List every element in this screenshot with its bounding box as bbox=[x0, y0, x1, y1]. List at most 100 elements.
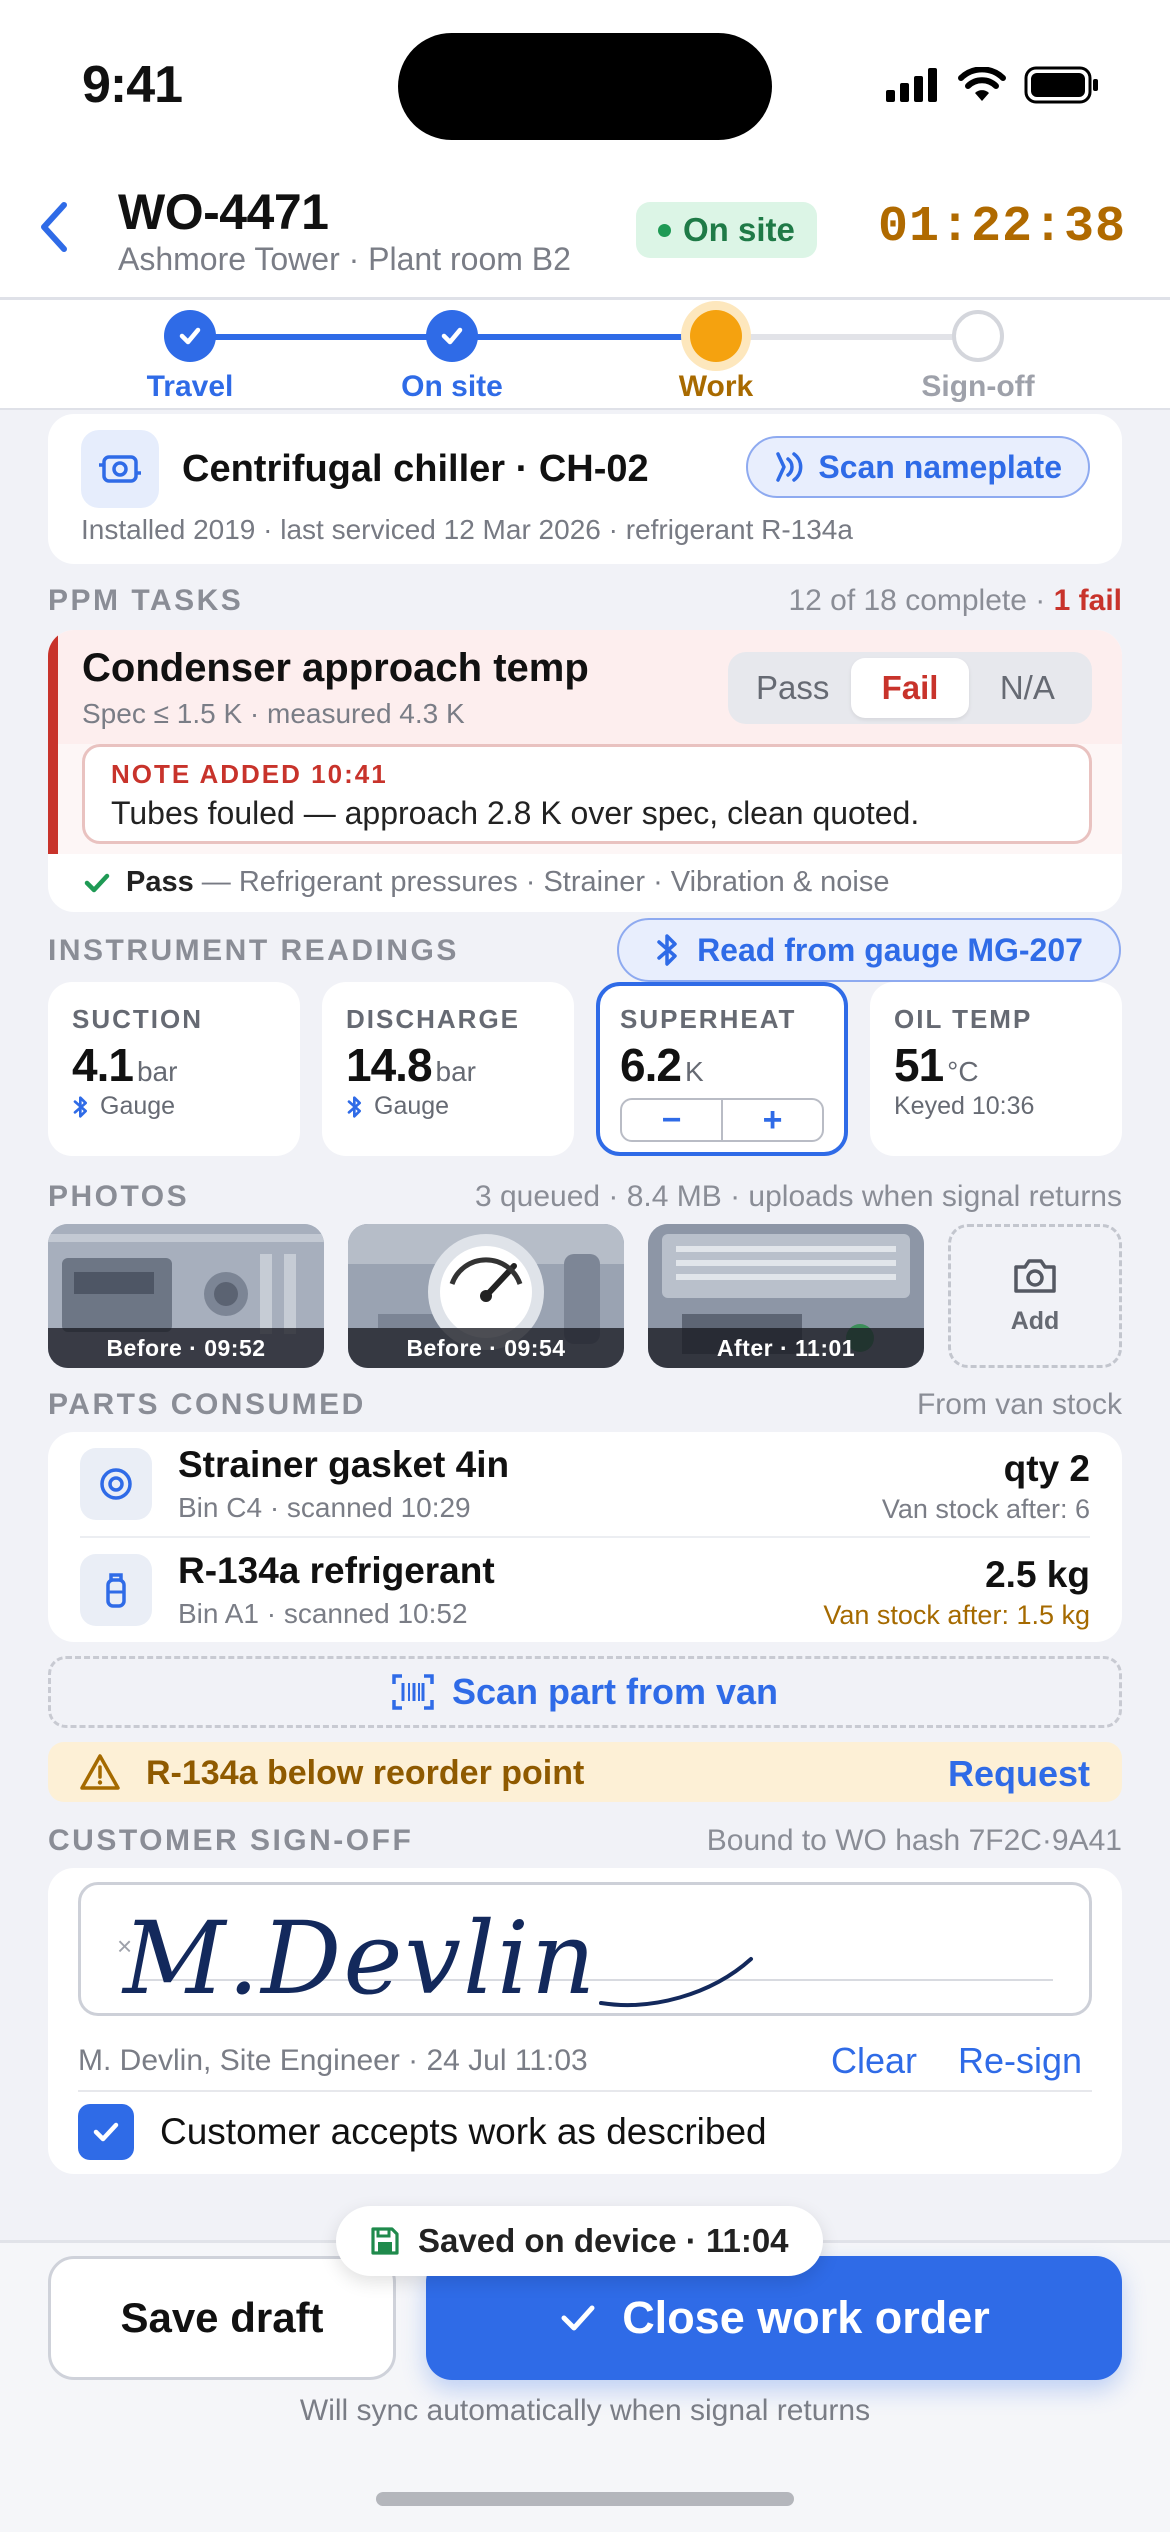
saved-status-text: Saved on device · 11:04 bbox=[418, 2222, 789, 2259]
step-connector bbox=[190, 334, 452, 340]
signature-pad[interactable]: × M.Devlin bbox=[78, 1882, 1092, 2016]
fail-option[interactable]: Fail bbox=[851, 658, 969, 718]
reorder-alert: R-134a below reorder point Request bbox=[48, 1742, 1122, 1802]
home-indicator[interactable] bbox=[376, 2492, 794, 2506]
sync-note: Will sync automatically when signal retu… bbox=[299, 2394, 871, 2427]
check-icon bbox=[84, 873, 110, 892]
status-dot-icon bbox=[658, 223, 671, 237]
reading-discharge[interactable]: DISCHARGE 14.8 bar Gauge bbox=[322, 982, 574, 1156]
part-meta: Bin A1 · scanned 10:52 bbox=[178, 1598, 468, 1629]
photo-caption: Before · 09:54 bbox=[348, 1328, 624, 1368]
dynamic-island bbox=[398, 33, 772, 140]
svg-text:M.Devlin: M.Devlin bbox=[121, 1900, 597, 2016]
clear-signature-button[interactable]: Clear bbox=[831, 2040, 917, 2082]
ppm-fail-count: 1 fail bbox=[1053, 584, 1122, 617]
chevron-left-icon[interactable] bbox=[34, 197, 74, 257]
equipment-name: Centrifugal chiller · CH-02 bbox=[182, 448, 649, 490]
pass-fail-segmented-control: Pass Fail N/A bbox=[728, 652, 1092, 724]
ppm-section-label: PPM TASKS bbox=[48, 584, 244, 617]
progress-stepper: Travel On site Work Sign-off bbox=[0, 300, 1170, 410]
reading-value: 14.8 bbox=[346, 1039, 433, 1091]
reading-source: Gauge bbox=[100, 1092, 176, 1120]
save-draft-button[interactable]: Save draft bbox=[48, 2256, 396, 2380]
check-icon bbox=[561, 2305, 595, 2331]
increment-button[interactable]: + bbox=[723, 1100, 822, 1140]
cellular-signal-icon bbox=[886, 68, 937, 102]
request-button[interactable]: Request bbox=[948, 1753, 1090, 1795]
step-signoff-circle[interactable] bbox=[952, 310, 1004, 362]
reading-label: DISCHARGE bbox=[346, 1004, 521, 1034]
signoff-section-label: CUSTOMER SIGN-OFF bbox=[48, 1824, 414, 1857]
bluetooth-icon bbox=[657, 934, 677, 966]
add-photo-button[interactable]: Add bbox=[948, 1224, 1122, 1368]
passed-tasks-summary[interactable]: Pass — Refrigerant pressures · Strainer … bbox=[82, 866, 890, 899]
decrement-button[interactable]: − bbox=[622, 1100, 723, 1140]
status-badge-label: On site bbox=[683, 211, 795, 248]
reading-unit: bar bbox=[435, 1056, 476, 1087]
step-label-onsite: On site bbox=[401, 370, 503, 403]
warning-icon bbox=[80, 1754, 120, 1790]
photo-caption: After · 11:01 bbox=[648, 1328, 924, 1368]
check-icon bbox=[179, 327, 201, 345]
parts-meta: From van stock bbox=[916, 1388, 1122, 1421]
pass-items: — Refrigerant pressures · Strainer · Vib… bbox=[201, 866, 890, 898]
elapsed-timer: 01:22:38 bbox=[877, 199, 1126, 256]
resign-button[interactable]: Re-sign bbox=[958, 2040, 1082, 2082]
list-item[interactable]: Strainer gasket 4in Bin C4 · scanned 10:… bbox=[48, 1432, 1122, 1536]
reading-source: Gauge bbox=[374, 1092, 450, 1120]
task-note[interactable]: NOTE ADDED 10:41 Tubes fouled — approach… bbox=[82, 744, 1092, 844]
reading-label: SUCTION bbox=[72, 1004, 203, 1034]
step-label-work: Work bbox=[678, 370, 754, 403]
reading-suction[interactable]: SUCTION 4.1 bar Gauge bbox=[48, 982, 300, 1156]
bluetooth-icon bbox=[73, 1095, 87, 1118]
work-order-location: Ashmore Tower · Plant room B2 bbox=[118, 241, 571, 277]
status-bar: 9:41 bbox=[0, 0, 1170, 165]
check-icon bbox=[93, 2122, 119, 2142]
check-icon bbox=[441, 327, 463, 345]
parts-list: Strainer gasket 4in Bin C4 · scanned 10:… bbox=[48, 1432, 1122, 1642]
accept-work-checkbox-row[interactable]: Customer accepts work as described bbox=[78, 2104, 767, 2160]
nfc-scan-icon bbox=[776, 452, 803, 482]
step-work-circle[interactable] bbox=[690, 310, 742, 362]
read-gauge-button[interactable]: Read from gauge MG-207 bbox=[617, 918, 1121, 982]
step-label-signoff: Sign-off bbox=[921, 370, 1035, 403]
photos-section-label: PHOTOS bbox=[48, 1180, 190, 1213]
accept-work-label: Customer accepts work as described bbox=[160, 2111, 767, 2152]
photo-thumbnail[interactable]: After · 11:01 bbox=[648, 1224, 924, 1368]
saved-status-pill: Saved on device · 11:04 bbox=[336, 2206, 823, 2276]
scan-nameplate-button[interactable]: Scan nameplate bbox=[746, 436, 1090, 498]
part-name: Strainer gasket 4in bbox=[178, 1444, 510, 1485]
parts-section-label: PARTS CONSUMED bbox=[48, 1388, 366, 1421]
equipment-card: Centrifugal chiller · CH-02 Installed 20… bbox=[48, 414, 1122, 564]
wifi-icon bbox=[958, 67, 1006, 101]
photo-thumbnail[interactable]: Before · 09:52 bbox=[48, 1224, 324, 1368]
scan-nameplate-label: Scan nameplate bbox=[818, 448, 1062, 485]
reading-superheat[interactable]: SUPERHEAT 6.2 K − + bbox=[596, 982, 848, 1156]
reading-oil-temp[interactable]: OIL TEMP 51 °C Keyed 10:36 bbox=[870, 982, 1122, 1156]
instruments-section-label: INSTRUMENT READINGS bbox=[48, 934, 459, 967]
photo-thumbnail[interactable]: Before · 09:54 bbox=[348, 1224, 624, 1368]
signature-image: M.Devlin bbox=[121, 1900, 753, 2016]
ppm-task-card: Condenser approach temp Spec ≤ 1.5 K · m… bbox=[48, 630, 1122, 912]
step-travel-circle[interactable] bbox=[164, 310, 216, 362]
reading-value: 51 bbox=[894, 1039, 944, 1091]
scan-part-label: Scan part from van bbox=[451, 1671, 779, 1712]
scan-part-button[interactable]: Scan part from van bbox=[48, 1656, 1122, 1728]
accept-work-checkbox[interactable] bbox=[78, 2104, 134, 2160]
reading-source: Keyed 10:36 bbox=[894, 1092, 1035, 1120]
reading-label: OIL TEMP bbox=[894, 1004, 1033, 1034]
list-item[interactable]: R-134a refrigerant Bin A1 · scanned 10:5… bbox=[48, 1538, 1122, 1642]
step-onsite-circle[interactable] bbox=[426, 310, 478, 362]
step-label-travel: Travel bbox=[146, 370, 234, 403]
equipment-icon bbox=[81, 430, 159, 508]
pass-label: Pass bbox=[126, 866, 194, 898]
reading-unit: °C bbox=[947, 1056, 979, 1087]
pass-option[interactable]: Pass bbox=[734, 658, 851, 718]
status-badge: On site bbox=[636, 202, 817, 258]
reading-unit: K bbox=[684, 1056, 704, 1087]
note-body: Tubes fouled — approach 2.8 K over spec,… bbox=[111, 795, 920, 831]
na-option[interactable]: N/A bbox=[969, 658, 1086, 718]
add-photo-label: Add bbox=[1010, 1306, 1060, 1335]
reorder-alert-text: R-134a below reorder point bbox=[146, 1754, 585, 1792]
battery-icon bbox=[1024, 66, 1098, 104]
